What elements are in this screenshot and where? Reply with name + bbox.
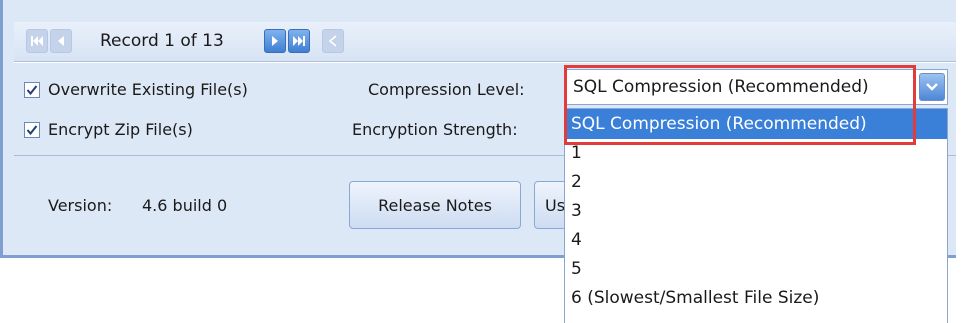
dropdown-option[interactable]: 4 xyxy=(565,226,947,255)
overwrite-checkbox[interactable] xyxy=(24,81,40,98)
encryption-strength-label: Encryption Strength: xyxy=(352,120,518,139)
checkmark-icon xyxy=(26,124,38,135)
chevron-down-icon xyxy=(926,83,938,91)
dropdown-option[interactable]: 1 xyxy=(565,139,947,168)
dropdown-option[interactable]: 5 xyxy=(565,255,947,284)
encrypt-option[interactable]: Encrypt Zip File(s) xyxy=(24,120,193,139)
new-record-button[interactable] xyxy=(322,29,344,53)
new-record-icon xyxy=(328,35,337,47)
last-record-button[interactable] xyxy=(288,29,310,53)
version-label: Version: xyxy=(48,196,113,215)
previous-record-button[interactable] xyxy=(50,29,72,53)
version-value: 4.6 build 0 xyxy=(142,196,228,215)
checkmark-icon xyxy=(26,84,38,95)
encrypt-checkbox[interactable] xyxy=(24,121,40,138)
compression-level-label: Compression Level: xyxy=(368,80,525,99)
first-record-icon xyxy=(31,36,43,46)
compression-level-dropdown: SQL Compression (Recommended) 1 2 3 4 5 … xyxy=(564,108,948,323)
previous-record-icon xyxy=(58,36,64,46)
overwrite-label: Overwrite Existing File(s) xyxy=(48,80,248,99)
dropdown-option[interactable]: SQL Compression (Recommended) xyxy=(565,109,947,139)
record-counter: Record 1 of 13 xyxy=(100,31,224,51)
overwrite-option[interactable]: Overwrite Existing File(s) xyxy=(24,80,248,99)
record-navigator: Record 1 of 13 xyxy=(14,22,956,62)
release-notes-button[interactable]: Release Notes xyxy=(349,181,521,229)
dropdown-option[interactable]: 2 xyxy=(565,168,947,197)
last-record-icon xyxy=(293,36,305,46)
next-record-button[interactable] xyxy=(264,29,286,53)
encrypt-label: Encrypt Zip File(s) xyxy=(48,120,193,139)
next-record-icon xyxy=(272,36,278,46)
compression-level-value: SQL Compression (Recommended) xyxy=(573,77,869,97)
compression-level-combobox[interactable]: SQL Compression (Recommended) xyxy=(564,69,948,105)
dropdown-button[interactable] xyxy=(919,73,945,101)
dropdown-option[interactable]: 6 (Slowest/Smallest File Size) xyxy=(565,284,947,312)
first-record-button[interactable] xyxy=(26,29,48,53)
dropdown-option[interactable]: 3 xyxy=(565,197,947,226)
